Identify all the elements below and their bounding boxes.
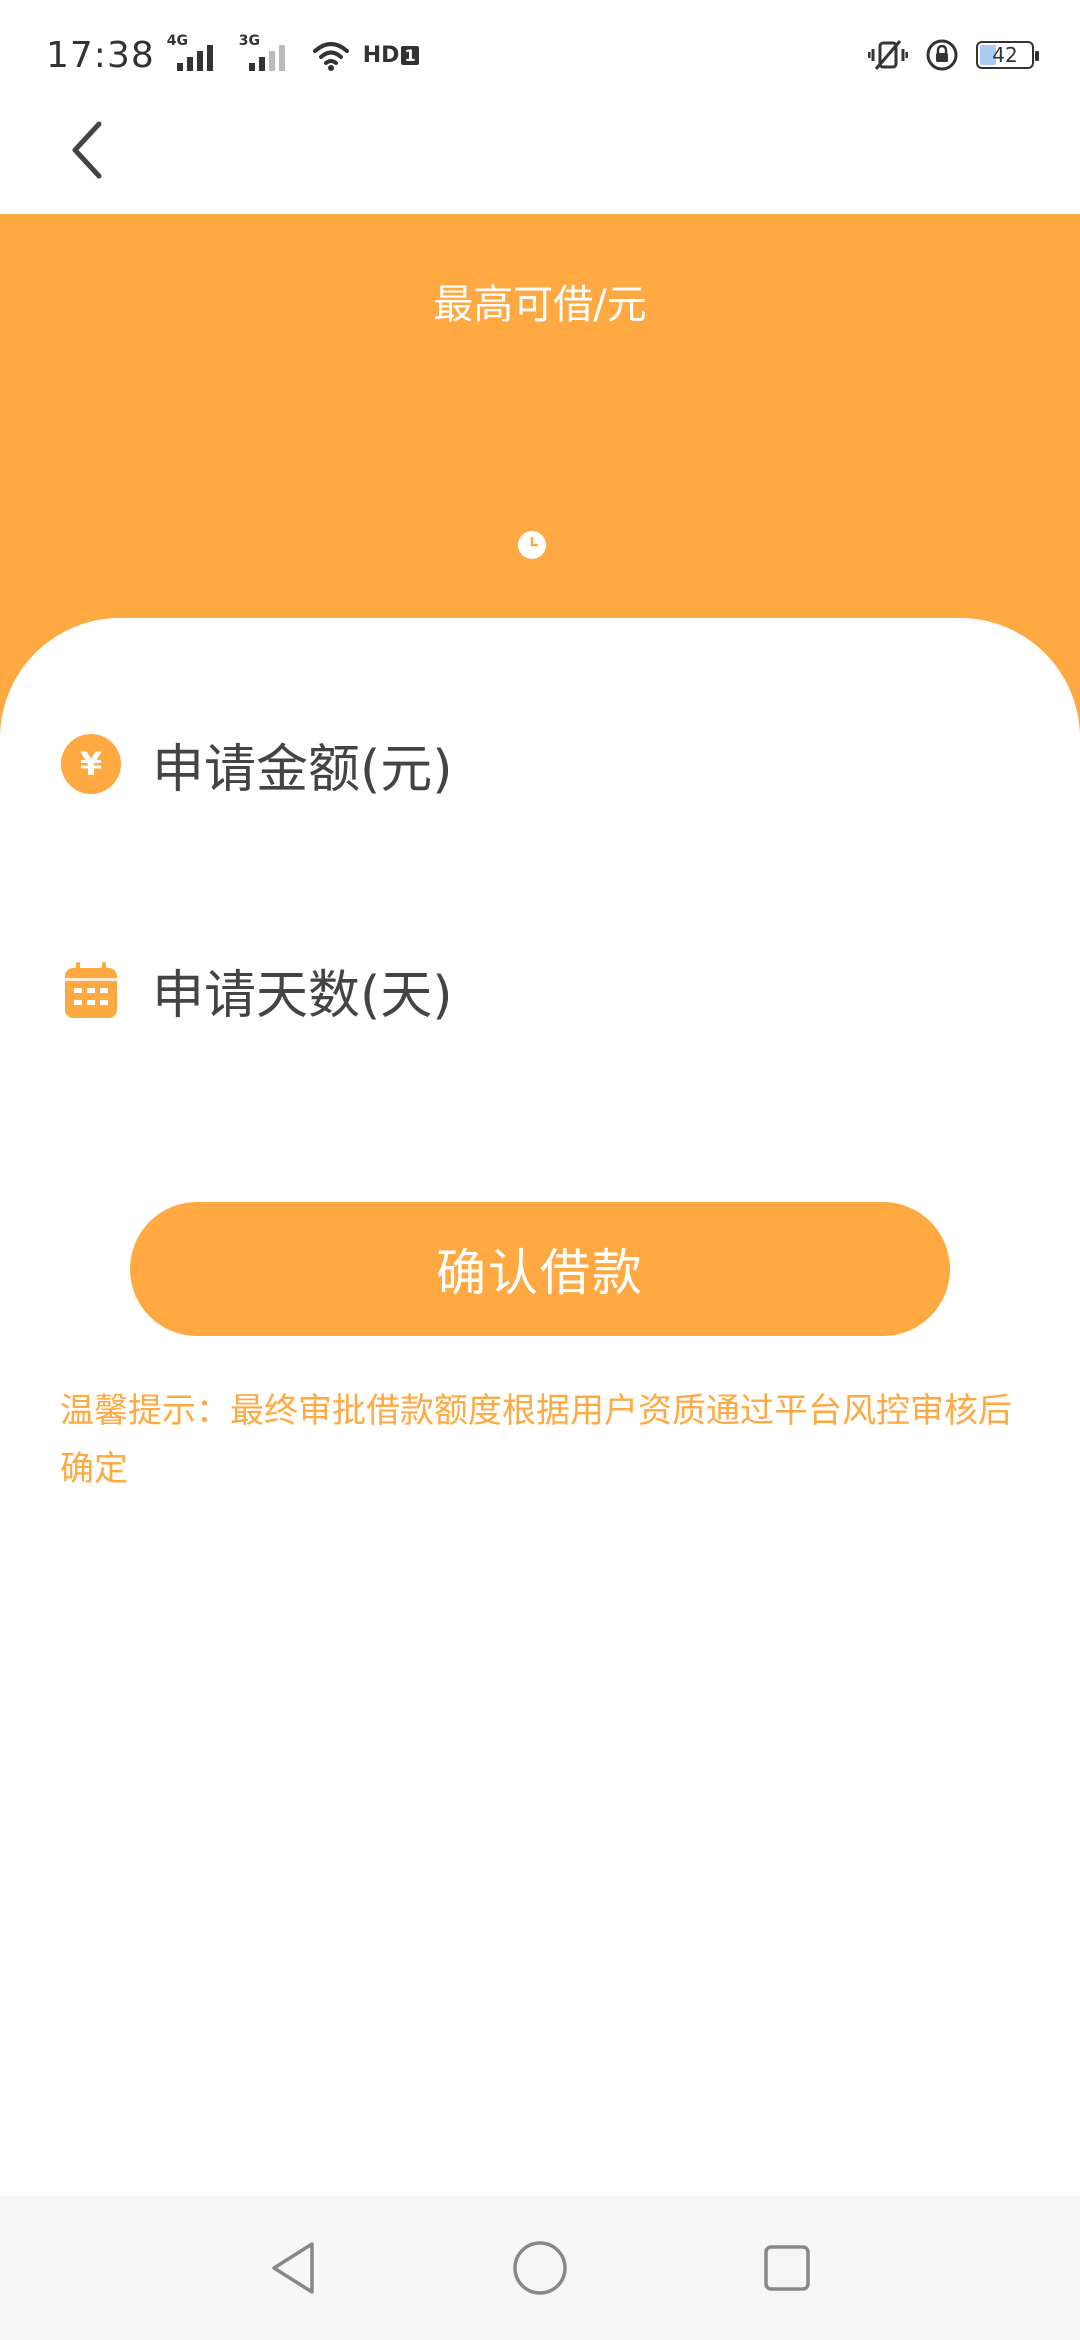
nav-recents-button[interactable] — [747, 2228, 827, 2308]
status-time: 17:38 — [46, 34, 155, 76]
days-label: 申请天数(天) — [152, 965, 453, 1026]
days-field[interactable]: 申请天数(天) — [60, 940, 1020, 1040]
square-recents-icon — [763, 2245, 810, 2291]
confirm-loan-button[interactable]: 确认借款 — [130, 1202, 950, 1336]
amount-field[interactable]: ¥ 申请金额(元) — [60, 714, 1020, 814]
tip-text: 温馨提示：最终审批借款额度根据用户资质通过平台风控审核后确定 — [60, 1391, 1012, 1489]
vibrate-icon — [868, 40, 908, 70]
hd-sim: 1 — [401, 45, 419, 65]
status-right: 42 — [868, 35, 1039, 75]
signal-4g-icon: 4G — [167, 33, 227, 75]
status-left: 17:38 4G 3G HD 1 — [46, 33, 419, 76]
chevron-left-icon — [72, 121, 102, 179]
hd-voice-icon: HD 1 — [363, 43, 419, 68]
battery-level: 42 — [992, 43, 1018, 67]
clock-icon — [518, 531, 546, 559]
hd-label: HD — [362, 42, 400, 68]
battery-icon: 42 — [976, 41, 1039, 69]
back-button[interactable] — [52, 110, 122, 190]
calendar-icon — [60, 959, 122, 1021]
nav-back-button[interactable] — [253, 2228, 333, 2308]
status-bar: 17:38 4G 3G HD 1 42 — [0, 0, 1080, 110]
yen-icon: ¥ — [60, 733, 122, 795]
wifi-icon — [312, 42, 349, 71]
signal-3g-icon: 3G — [239, 33, 299, 75]
top-nav — [0, 110, 1080, 214]
amount-label: 申请金额(元) — [152, 739, 453, 800]
nav-home-button[interactable] — [500, 2228, 580, 2308]
hero-title: 最高可借/元 — [433, 282, 647, 328]
yen-glyph: ¥ — [80, 745, 102, 783]
system-nav-bar — [0, 2196, 1080, 2340]
circle-home-icon — [513, 2241, 567, 2295]
triangle-back-icon — [272, 2242, 315, 2294]
rotation-lock-icon — [926, 39, 958, 71]
